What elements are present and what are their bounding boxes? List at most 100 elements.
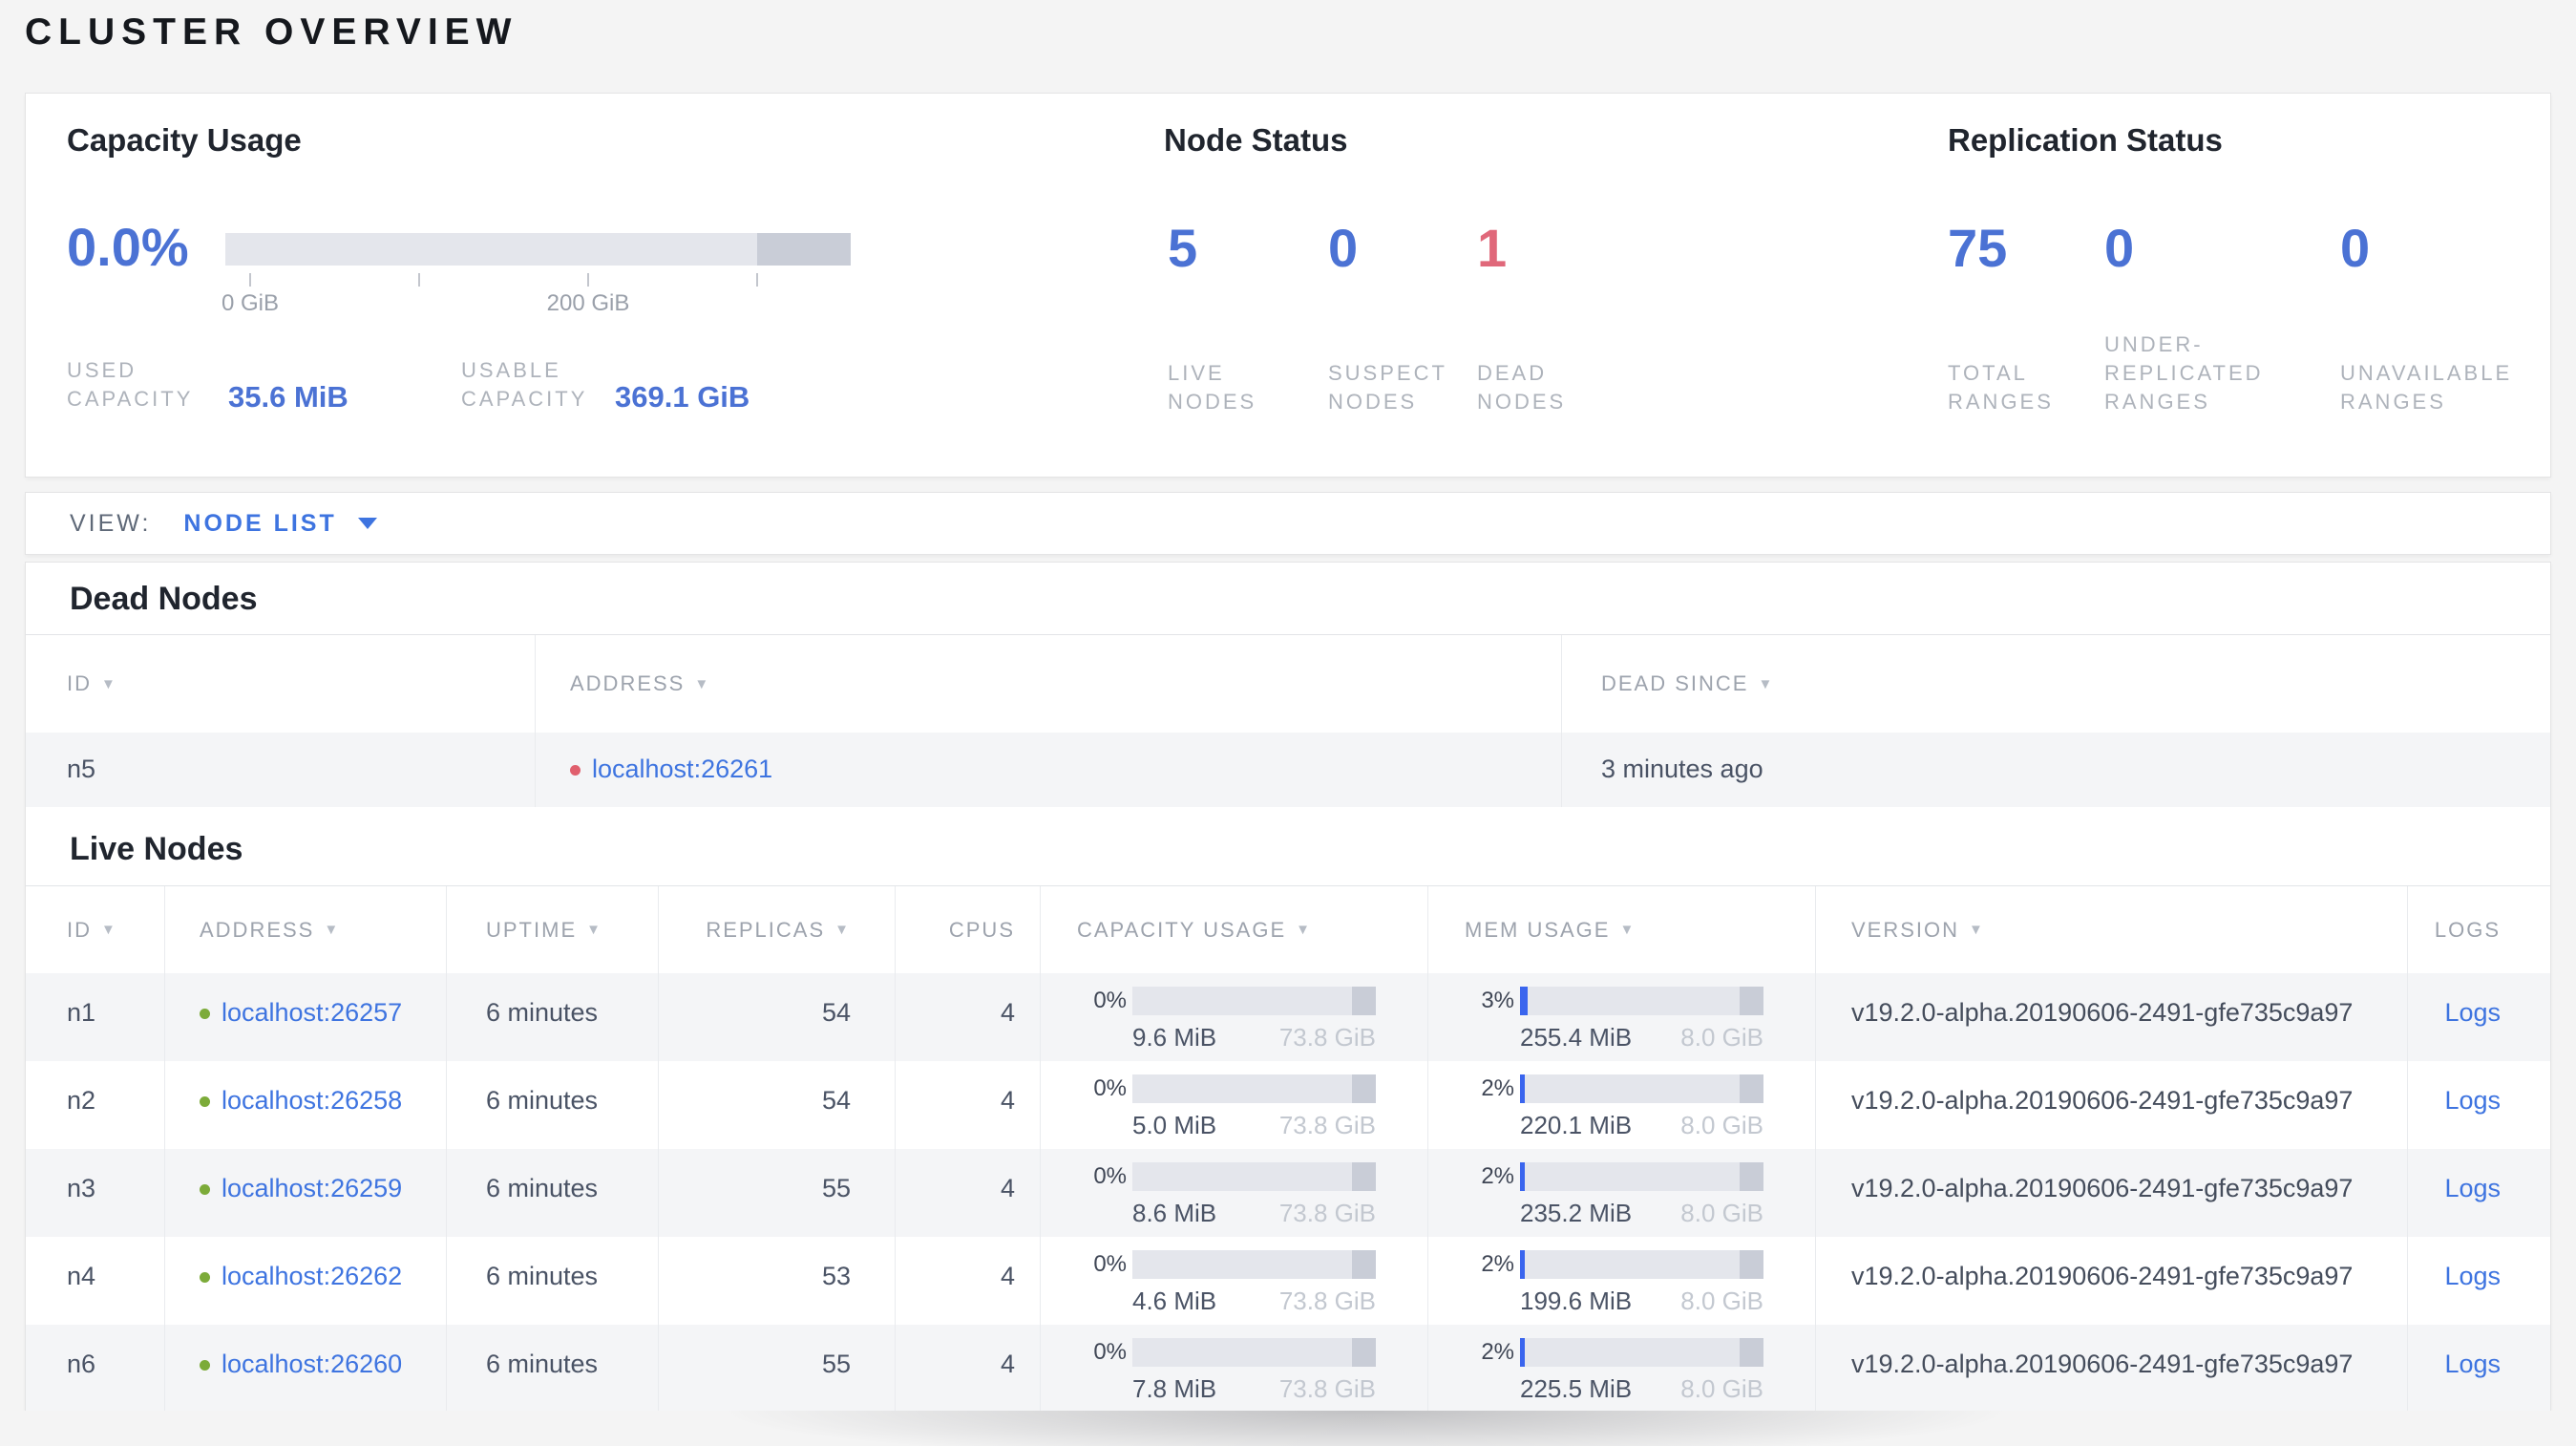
used-capacity-label: USED CAPACITY [67,358,194,411]
chevron-down-icon[interactable] [357,518,377,529]
live-status-dot-icon [200,1096,210,1107]
dead-node-row: n5 localhost:26261 3 minutes ago [26,733,2550,807]
mem-usage-cell: 2% 199.6 MiB 8.0 GiB [1427,1237,1815,1325]
stat-label: UNDER- REPLICATED RANGES [2104,332,2264,414]
cluster-summary-card: Capacity Usage 0.0% 0 GiB 200 GiB USED C… [25,93,2551,478]
sort-desc-icon: ▼ [1969,922,1985,938]
logs-link[interactable]: Logs [2444,998,2501,1028]
column-header-address[interactable]: ADDRESS ▼ [164,886,446,973]
page-bottom-shadow [0,1411,2576,1446]
node-address-link[interactable]: localhost:26261 [592,755,772,783]
mem-usage-cell: 2% 235.2 MiB 8.0 GiB [1427,1149,1815,1237]
axis-tick [249,273,251,287]
capacity-mini-bar [1132,1074,1376,1103]
column-header-address[interactable]: ADDRESS ▼ [535,635,1561,733]
usable-capacity-label: USABLE CAPACITY [461,358,588,411]
memory-mini-bar [1520,987,1763,1015]
mem-usage-cell: 2% 220.1 MiB 8.0 GiB [1427,1061,1815,1149]
live-node-row: n3 localhost:26259 6 minutes 55 4 0% 8.6… [26,1149,2550,1237]
node-address-cell: localhost:26258 [164,1061,446,1149]
column-header-replicas[interactable]: REPLICAS ▼ [658,886,895,973]
live-nodes-table-header: ID ▼ ADDRESS ▼ UPTIME ▼ REPLICAS ▼ CPUS [26,886,2550,973]
stat-value: 75 [1948,218,2008,278]
uptime-cell: 6 minutes [446,1325,658,1413]
column-header-capacity-usage[interactable]: CAPACITY USAGE ▼ [1040,886,1427,973]
memory-used-value: 220.1 MiB [1520,1111,1633,1139]
stat-block: 0 UNDER- REPLICATED RANGES [2104,221,2340,416]
node-address-cell: localhost:26261 [535,733,1561,807]
column-header-dead-since[interactable]: DEAD SINCE ▼ [1561,635,2550,733]
capacity-percent: 0% [1093,1163,1127,1189]
uptime-cell: 6 minutes [446,1061,658,1149]
memory-mini-bar [1520,1162,1763,1191]
node-address-link[interactable]: localhost:26259 [222,1174,402,1202]
sort-desc-icon: ▼ [586,922,602,938]
memory-reserved-segment [1739,1074,1763,1103]
memory-fill [1520,1250,1526,1279]
node-id-cell: n4 [67,1262,96,1290]
memory-fill [1520,987,1528,1015]
cpus-cell: 4 [895,1237,1040,1325]
column-header-id[interactable]: ID ▼ [26,635,535,733]
logs-link[interactable]: Logs [2444,1262,2501,1291]
capacity-usage-bar [225,233,851,266]
view-mode-dropdown[interactable]: NODE LIST [183,510,336,538]
memory-total-value: 8.0 GiB [1680,1199,1763,1227]
memory-mini-bar [1520,1338,1763,1367]
live-node-row: n1 localhost:26257 6 minutes 54 4 0% 9.6… [26,973,2550,1061]
live-status-dot-icon [200,1272,210,1283]
column-header-uptime[interactable]: UPTIME ▼ [446,886,658,973]
sort-desc-icon: ▼ [1619,922,1636,938]
column-header-version[interactable]: VERSION ▼ [1815,886,2407,973]
stat-value: 0 [2340,218,2371,278]
capacity-reserved-segment [1351,1074,1376,1103]
column-header-id[interactable]: ID ▼ [26,886,164,973]
stat-label: LIVE NODES [1168,361,1257,414]
live-nodes-rows: n1 localhost:26257 6 minutes 54 4 0% 9.6… [26,973,2550,1413]
live-nodes-table: ID ▼ ADDRESS ▼ UPTIME ▼ REPLICAS ▼ CPUS [26,885,2550,1413]
node-id-cell: n6 [67,1350,96,1378]
capacity-reserved-segment [1351,1338,1376,1367]
node-id-cell: n1 [67,998,96,1027]
memory-mini-bar [1520,1250,1763,1279]
cpus-cell: 4 [895,1061,1040,1149]
column-header-cpus: CPUS [895,886,1040,973]
sort-desc-icon: ▼ [324,922,341,938]
sort-desc-icon: ▼ [101,922,117,938]
memory-reserved-segment [1739,1338,1763,1367]
view-selector-bar: VIEW: NODE LIST [25,492,2551,555]
capacity-mini-bar [1132,987,1376,1015]
capacity-used-value: 4.6 MiB [1132,1287,1217,1315]
node-address-cell: localhost:26262 [164,1237,446,1325]
sort-desc-icon: ▼ [101,675,117,692]
capacity-usage-cell: 0% 9.6 MiB 73.8 GiB [1040,973,1427,1061]
column-header-mem-usage[interactable]: MEM USAGE ▼ [1427,886,1815,973]
node-address-link[interactable]: localhost:26262 [222,1262,402,1290]
memory-fill [1520,1074,1526,1103]
node-address-link[interactable]: localhost:26260 [222,1350,402,1378]
stat-value: 0 [2104,218,2135,278]
node-id-cell: n2 [67,1086,96,1115]
capacity-reserved-segment [1351,987,1376,1015]
replicas-cell: 55 [658,1325,895,1413]
node-address-link[interactable]: localhost:26258 [222,1086,402,1115]
node-id-cell: n5 [67,755,96,783]
uptime-cell: 6 minutes [446,1149,658,1237]
stat-label: SUSPECT NODES [1328,361,1447,414]
capacity-percent: 0% [1093,1075,1127,1101]
stat-block: 0 SUSPECT NODES [1328,221,1477,416]
cpus-cell: 4 [895,1149,1040,1237]
capacity-percent: 0% [1093,1251,1127,1277]
sort-desc-icon: ▼ [1296,922,1312,938]
live-status-dot-icon [200,1009,210,1019]
logs-link[interactable]: Logs [2444,1174,2501,1203]
live-status-dot-icon [200,1184,210,1195]
uptime-cell: 6 minutes [446,1237,658,1325]
logs-link[interactable]: Logs [2444,1350,2501,1379]
node-address-link[interactable]: localhost:26257 [222,998,402,1027]
stat-block: 1 DEAD NODES [1477,221,1668,416]
memory-percent: 2% [1481,1163,1514,1189]
capacity-total-value: 73.8 GiB [1278,1287,1376,1315]
logs-link[interactable]: Logs [2444,1086,2501,1116]
capacity-total-value: 73.8 GiB [1278,1374,1376,1403]
